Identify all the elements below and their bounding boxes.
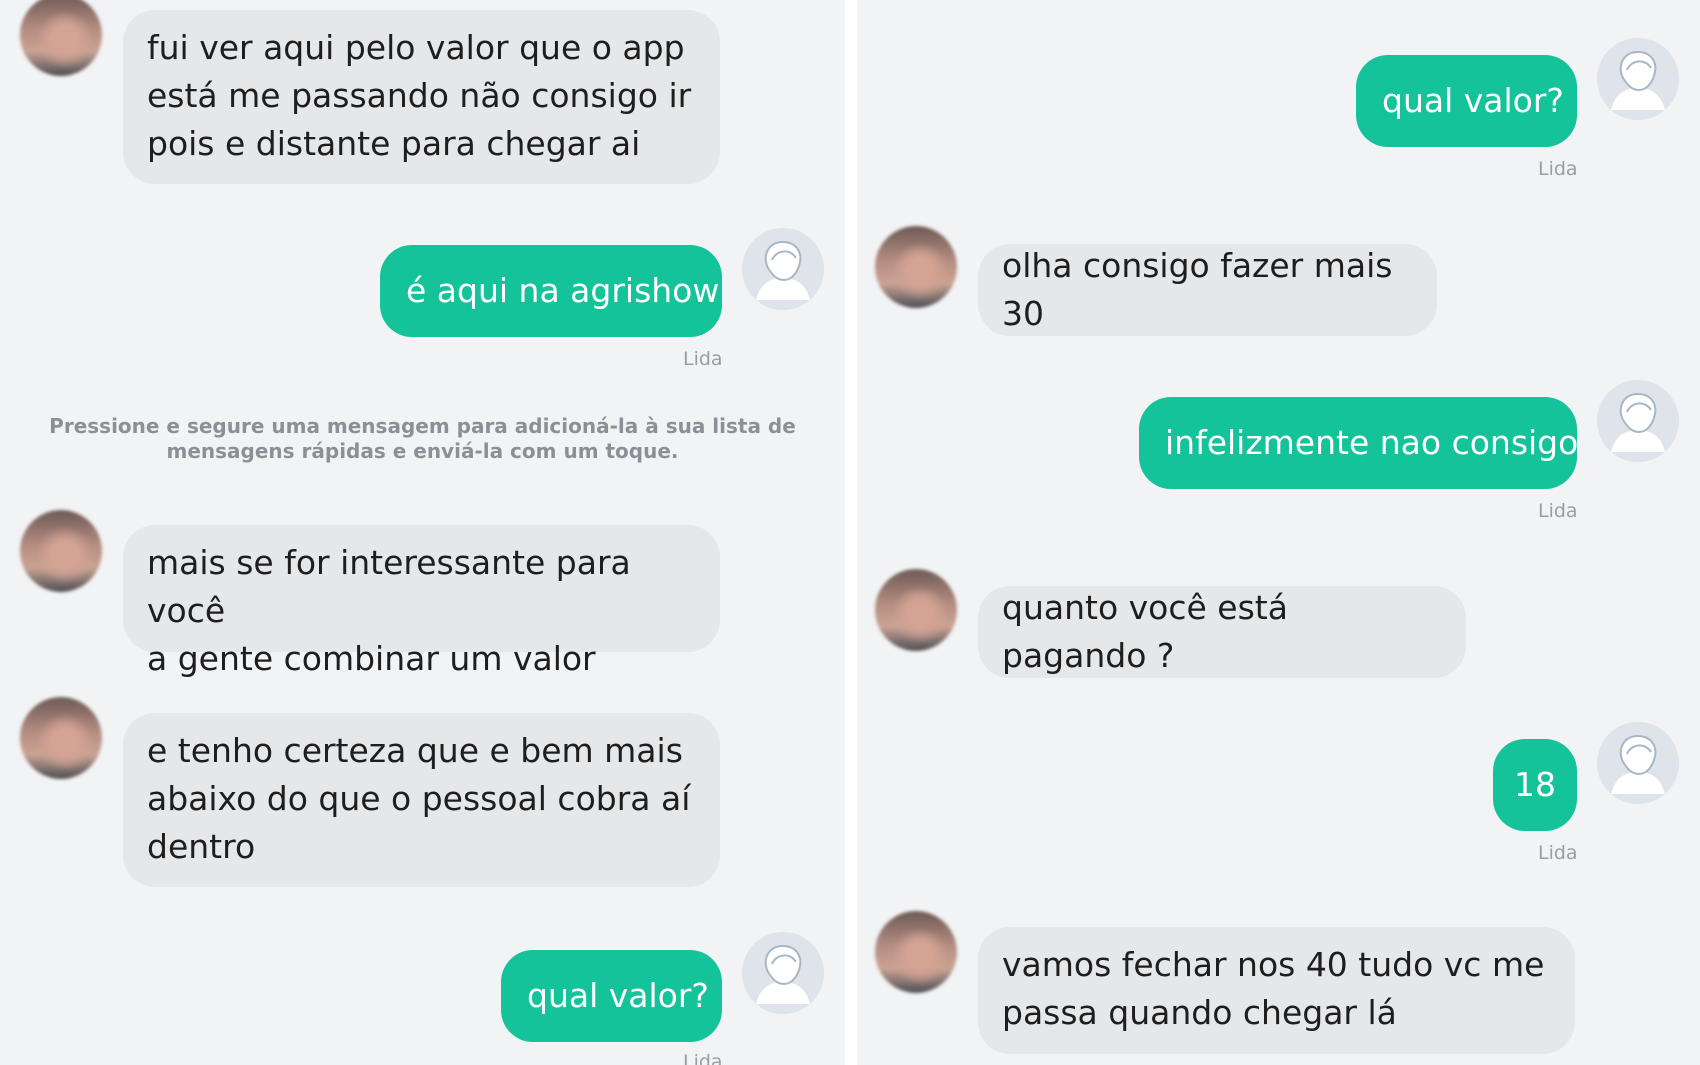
- quick-messages-hint: Pressione e segure uma mensagem para adi…: [49, 414, 796, 463]
- chat-panel-left: fui ver aqui pelo valor que o app está m…: [0, 0, 845, 1065]
- read-status: Lida: [683, 348, 723, 370]
- incoming-message[interactable]: vamos fechar nos 40 tudo vc me passa qua…: [978, 927, 1575, 1054]
- incoming-message[interactable]: olha consigo fazer mais 30: [978, 244, 1437, 336]
- user-avatar-icon[interactable]: [742, 932, 824, 1014]
- read-status: Lida: [683, 1051, 723, 1065]
- chat-panel-right: qual valor? Lida olha consigo fazer mais…: [857, 0, 1700, 1065]
- user-avatar-icon[interactable]: [1597, 38, 1679, 120]
- read-status: Lida: [1538, 158, 1578, 180]
- contact-avatar[interactable]: [20, 0, 102, 76]
- incoming-message[interactable]: quanto você está pagando ?: [978, 586, 1466, 678]
- outgoing-message[interactable]: é aqui na agrishow: [380, 245, 722, 337]
- contact-avatar[interactable]: [875, 911, 957, 993]
- contact-avatar[interactable]: [875, 226, 957, 308]
- outgoing-message[interactable]: infelizmente nao consigo: [1139, 397, 1578, 489]
- user-avatar-icon[interactable]: [1597, 380, 1679, 462]
- user-avatar-icon[interactable]: [1597, 722, 1679, 804]
- contact-avatar[interactable]: [20, 510, 102, 592]
- outgoing-message[interactable]: 18: [1493, 739, 1577, 831]
- incoming-message[interactable]: e tenho certeza que e bem mais abaixo do…: [123, 713, 720, 887]
- outgoing-message[interactable]: qual valor?: [501, 950, 722, 1042]
- outgoing-message[interactable]: qual valor?: [1356, 55, 1577, 147]
- contact-avatar[interactable]: [875, 569, 957, 651]
- incoming-message[interactable]: fui ver aqui pelo valor que o app está m…: [123, 10, 720, 184]
- incoming-message[interactable]: mais se for interessante para você a gen…: [123, 525, 720, 678]
- contact-avatar[interactable]: [20, 697, 102, 779]
- read-status: Lida: [1538, 842, 1578, 864]
- read-status: Lida: [1538, 500, 1578, 522]
- user-avatar-icon[interactable]: [742, 228, 824, 310]
